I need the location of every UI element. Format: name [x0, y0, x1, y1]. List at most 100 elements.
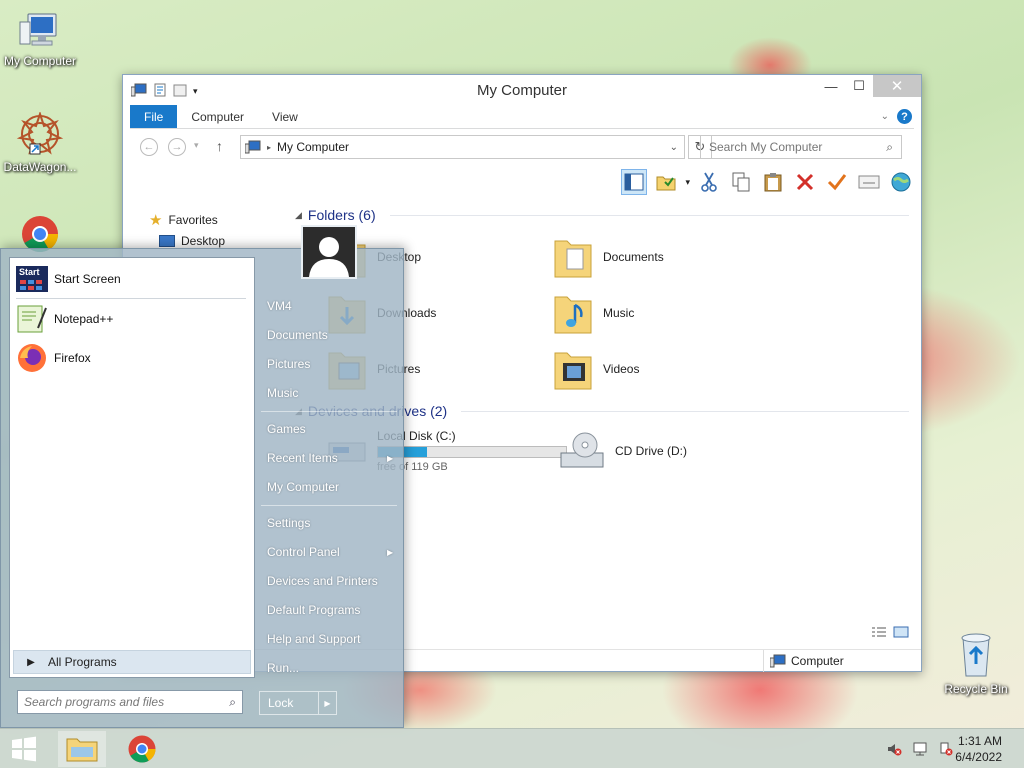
lock-label: Lock [268, 696, 294, 710]
properties-button[interactable] [653, 169, 679, 195]
drive-name: CD Drive (D:) [615, 444, 687, 458]
desktop-icon-datawagon[interactable]: DataWagon... [0, 112, 80, 174]
program-firefox[interactable]: Firefox [16, 342, 91, 374]
start-item-vm4[interactable]: VM4 [267, 299, 292, 313]
computer-icon [770, 654, 786, 668]
start-item-documents[interactable]: Documents [267, 328, 328, 342]
address-dropdown-icon[interactable]: ⌄ [664, 142, 684, 153]
start-item-music[interactable]: Music [267, 386, 298, 400]
submenu-arrow-icon: ▶ [387, 548, 394, 557]
shutdown-options-arrow-icon[interactable]: ▶ [318, 692, 336, 714]
search-placeholder: Search My Computer [709, 140, 823, 154]
lock-button[interactable]: Lock ▶ [259, 691, 337, 715]
tab-view[interactable]: View [258, 105, 312, 128]
user-avatar[interactable] [301, 225, 357, 279]
start-item-my-computer[interactable]: My Computer [267, 480, 339, 494]
start-item-label: Control Panel [267, 545, 340, 559]
network-icon[interactable] [912, 741, 928, 760]
large-icons-view-icon[interactable] [893, 626, 909, 641]
program-start-screen[interactable]: Start Start Screen [16, 266, 121, 292]
folder-name: Videos [603, 362, 640, 376]
divider [261, 505, 397, 506]
address-row: ← → ▾ ↑ ▸ My Computer ⌄ ↻ Search My Comp… [130, 135, 914, 159]
status-location: Computer [763, 650, 844, 672]
start-item-recent-items[interactable]: Recent Items ▶ [267, 451, 393, 465]
taskbar: 1:31 AM 6/4/2022 [0, 728, 1024, 768]
rename-button[interactable] [824, 169, 850, 195]
start-item-help-and-support[interactable]: Help and Support [267, 632, 360, 646]
taskbar-file-explorer[interactable] [58, 731, 106, 767]
drive-item[interactable]: CD Drive (D:) [559, 431, 687, 471]
expand-ribbon-icon[interactable]: ⌄ [881, 111, 889, 122]
start-search-input[interactable]: Search programs and files ⌕ [17, 690, 243, 714]
folder-name: Documents [603, 250, 664, 264]
copy-button[interactable] [728, 169, 754, 195]
search-input[interactable]: Search My Computer ⌕ [700, 135, 902, 159]
nav-item-favorites[interactable]: ★ Favorites [149, 209, 289, 230]
back-button[interactable]: ← [140, 138, 158, 156]
help-icon[interactable]: ? [897, 109, 912, 124]
folder-item[interactable]: Music [553, 291, 634, 335]
recent-locations-icon[interactable]: ▾ [194, 140, 199, 151]
start-item-settings[interactable]: Settings [267, 516, 310, 530]
chrome-icon [128, 735, 156, 763]
action-center-icon[interactable] [938, 741, 954, 760]
details-view-icon[interactable] [871, 626, 887, 641]
preview-pane-button[interactable] [621, 169, 648, 195]
network-globe-button[interactable] [888, 169, 914, 195]
program-label: Start Screen [54, 272, 121, 286]
properties-dropdown-icon[interactable]: ▾ [685, 177, 690, 188]
start-item-games[interactable]: Games [267, 422, 306, 436]
email-button[interactable] [856, 169, 882, 195]
all-programs-label: All Programs [48, 655, 117, 669]
program-notepad-plus-plus[interactable]: Notepad++ [16, 304, 113, 334]
music-folder-icon [554, 296, 592, 334]
start-item-default-programs[interactable]: Default Programs [267, 603, 360, 617]
search-icon: ⌕ [886, 139, 893, 154]
firefox-icon [18, 344, 46, 372]
system-tray [886, 741, 954, 760]
taskbar-clock[interactable]: 1:31 AM 6/4/2022 [955, 733, 1002, 765]
desktop-icon-recycle-bin[interactable]: Recycle Bin [936, 630, 1016, 696]
recycle-bin-icon [961, 633, 991, 677]
maximize-button[interactable]: ☐ [845, 75, 873, 97]
videos-folder-icon [554, 352, 592, 390]
forward-button[interactable]: → [168, 138, 186, 156]
desktop-icon-label: DataWagon... [3, 160, 77, 174]
all-programs-button[interactable]: ▶ All Programs [13, 650, 251, 674]
start-item-pictures[interactable]: Pictures [267, 357, 310, 371]
folder-item[interactable]: Documents [553, 235, 664, 279]
volume-muted-icon[interactable] [886, 741, 902, 760]
start-button[interactable] [0, 731, 48, 767]
window-controls: — ☐ ✕ [817, 75, 921, 97]
submenu-arrow-icon: ▶ [387, 454, 394, 463]
delete-button[interactable] [792, 169, 818, 195]
folder-item[interactable]: Videos [553, 347, 639, 391]
cut-button[interactable] [696, 169, 722, 195]
windows-logo-icon [12, 736, 36, 762]
datawagon-icon [16, 112, 64, 155]
close-button[interactable]: ✕ [873, 75, 921, 97]
start-item-control-panel[interactable]: Control Panel ▶ [267, 545, 393, 559]
minimize-button[interactable]: — [817, 75, 845, 97]
start-item-devices-and-printers[interactable]: Devices and Printers [267, 574, 378, 588]
computer-icon [245, 140, 261, 154]
address-bar[interactable]: ▸ My Computer ⌄ [240, 135, 685, 159]
nav-item-label: Favorites [168, 212, 218, 227]
paste-button[interactable] [760, 169, 786, 195]
folders-group-header[interactable]: ◢ Folders (6) [295, 205, 909, 225]
star-icon: ★ [149, 211, 163, 229]
desktop-icon-my-computer[interactable]: My Computer [0, 12, 80, 68]
taskbar-chrome[interactable] [118, 731, 166, 767]
start-item-run[interactable]: Run... [267, 661, 299, 675]
tab-computer[interactable]: Computer [177, 105, 258, 128]
start-item-label: Recent Items [267, 451, 338, 465]
window-titlebar[interactable]: ▾ My Computer — ☐ ✕ [123, 75, 921, 105]
breadcrumb[interactable]: My Computer [277, 140, 349, 154]
up-arrow-icon[interactable]: ↑ [216, 138, 223, 154]
search-icon: ⌕ [229, 694, 236, 709]
computer-icon [19, 13, 57, 46]
program-label: Firefox [54, 351, 91, 365]
tab-file[interactable]: File [130, 105, 178, 128]
navigation-pane: ★ Favorites Desktop [149, 209, 289, 251]
